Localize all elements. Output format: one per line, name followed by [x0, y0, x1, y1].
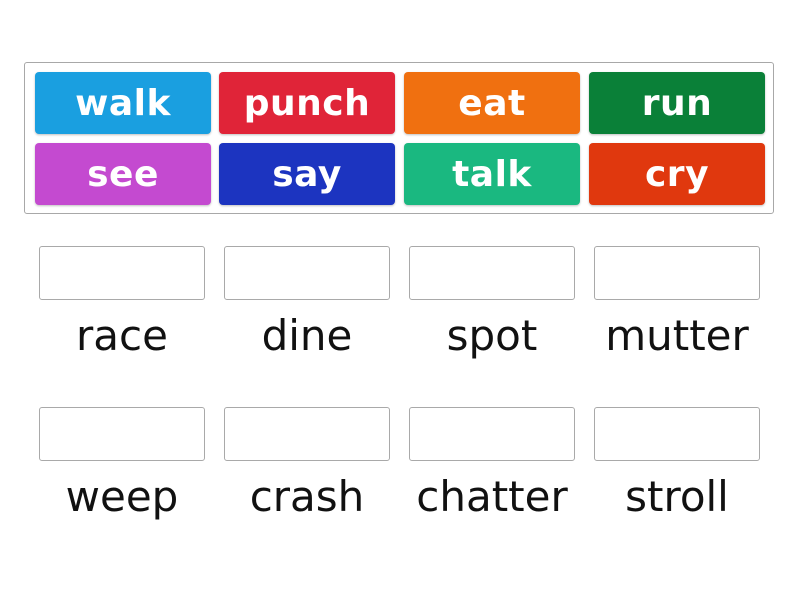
drop-slot-race[interactable] — [39, 246, 205, 300]
tile-run[interactable]: run — [589, 72, 765, 134]
target-label: crash — [249, 472, 365, 521]
target-label: dine — [261, 311, 353, 360]
target-label: mutter — [605, 311, 749, 360]
tile-see[interactable]: see — [35, 143, 211, 205]
tile-eat[interactable]: eat — [404, 72, 580, 134]
target-label: race — [76, 311, 168, 360]
drop-slot-chatter[interactable] — [409, 407, 575, 461]
drop-slot-crash[interactable] — [224, 407, 390, 461]
target-label: stroll — [625, 472, 729, 521]
drop-slot-weep[interactable] — [39, 407, 205, 461]
tile-punch[interactable]: punch — [219, 72, 395, 134]
target-label: weep — [65, 472, 179, 521]
drop-slot-stroll[interactable] — [594, 407, 760, 461]
drop-slot-dine[interactable] — [224, 246, 390, 300]
drop-slot-mutter[interactable] — [594, 246, 760, 300]
drop-slot-spot[interactable] — [409, 246, 575, 300]
target-label: spot — [446, 311, 538, 360]
tile-cry[interactable]: cry — [589, 143, 765, 205]
tile-talk[interactable]: talk — [404, 143, 580, 205]
tile-say[interactable]: say — [219, 143, 395, 205]
tile-walk[interactable]: walk — [35, 72, 211, 134]
target-label: chatter — [416, 472, 568, 521]
